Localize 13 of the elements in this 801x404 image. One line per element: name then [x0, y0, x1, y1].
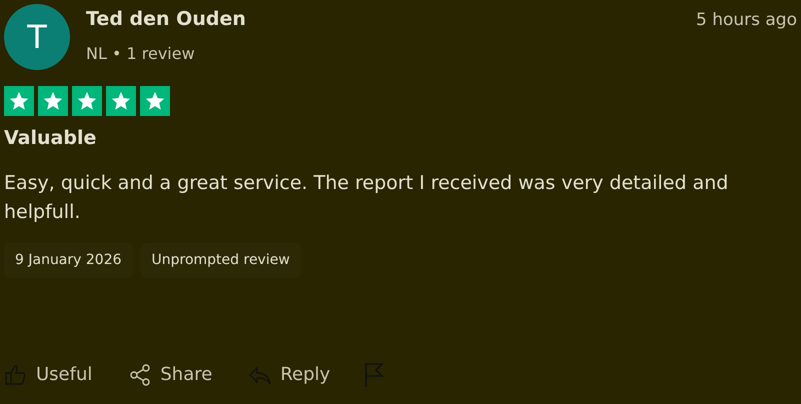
thumbs-up-icon [4, 362, 28, 386]
useful-button[interactable]: Useful [4, 361, 92, 388]
reviewer-meta: NL • 1 review [86, 42, 195, 64]
review-title: Valuable [4, 126, 96, 151]
review-time: 5 hours ago [696, 9, 797, 32]
review-text: Easy, quick and a great service. The report I received was very detailed and helpfull. [4, 170, 730, 225]
review-tag: Unprompted review [140, 243, 301, 278]
share-button[interactable]: Share [128, 361, 212, 388]
share-icon [128, 362, 152, 386]
reply-button[interactable]: Reply [248, 361, 330, 388]
avatar: T [4, 4, 70, 70]
reviewer-name[interactable]: Ted den Ouden [86, 8, 246, 34]
review-tag: 9 January 2026 [4, 243, 133, 278]
